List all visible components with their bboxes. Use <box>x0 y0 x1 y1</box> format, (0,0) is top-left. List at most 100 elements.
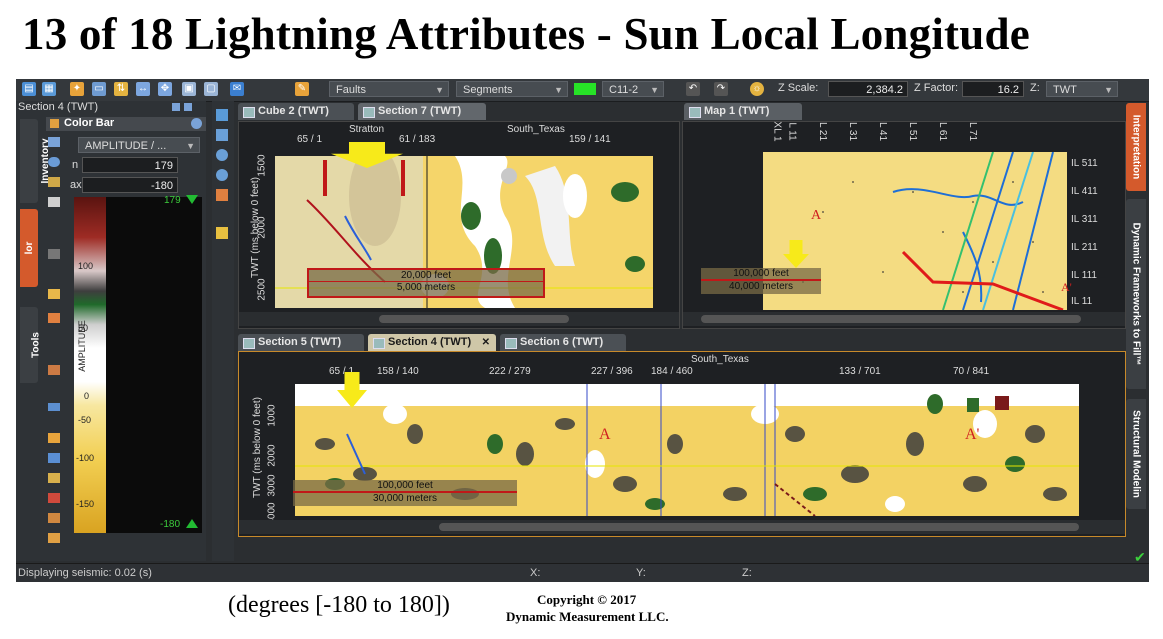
tab-section-7[interactable]: Section 7 (TWT) <box>358 103 486 120</box>
tab-section-4[interactable]: Section 4 (TWT) ✕ <box>368 334 496 351</box>
pick-icon[interactable]: ⇅ <box>114 82 128 96</box>
zoom-icon[interactable] <box>216 109 228 121</box>
undo-icon[interactable]: ↶ <box>686 82 700 96</box>
move-icon[interactable]: ✥ <box>158 82 172 96</box>
scale-bottom-label: 30,000 meters <box>373 493 437 504</box>
bars2-icon[interactable] <box>48 473 60 483</box>
tab-cube-2[interactable]: Cube 2 (TWT) <box>238 103 354 120</box>
segments-dropdown[interactable]: Segments ▼ <box>456 81 568 97</box>
image-icon[interactable] <box>48 289 60 299</box>
attribute-dropdown[interactable]: AMPLITUDE / ... ▼ <box>78 137 200 153</box>
scroll-thumb[interactable] <box>379 315 569 323</box>
palette-icon[interactable] <box>48 177 60 187</box>
cube-scrollbar[interactable] <box>239 312 679 326</box>
map-scrollbar[interactable] <box>683 312 1125 326</box>
chevron-down-icon: ▼ <box>186 141 195 151</box>
trace-label: 61 / 183 <box>399 134 436 145</box>
help-icon[interactable] <box>191 118 202 129</box>
colorbar-title: Color Bar <box>64 117 115 129</box>
y-tick: 1000 <box>266 404 278 427</box>
min-field[interactable]: -180 <box>82 177 178 193</box>
bottom-clip-handle[interactable] <box>186 519 198 528</box>
tab-section-5[interactable]: Section 5 (TWT) <box>238 334 364 351</box>
dynamic-frameworks-tab[interactable]: Dynamic Frameworks to Fill™ <box>1126 199 1146 389</box>
scale-bottom-label: 5,000 meters <box>396 282 456 293</box>
xl-label: L 31 <box>847 121 859 142</box>
chevron-down-icon: ▼ <box>435 85 444 95</box>
pencil-icon[interactable]: ✎ <box>295 82 309 96</box>
restore-icon[interactable] <box>172 103 180 111</box>
z-factor-label: Z Factor: <box>914 82 959 94</box>
interpretation-tab-label: Interpretation <box>1130 114 1142 180</box>
structural-modeling-tab[interactable]: Structural Modelin <box>1126 399 1146 509</box>
xl-label: XL 1 <box>771 121 783 142</box>
arrow-icon[interactable] <box>48 313 60 323</box>
layout-icon[interactable]: ▣ <box>182 82 196 96</box>
print-icon[interactable]: ▭ <box>92 82 106 96</box>
status-z: Z: <box>742 567 752 579</box>
section-scale-bar: 100,000 feet 30,000 meters <box>293 480 517 506</box>
section-view-panel: South_Texas 65 / 1 158 / 140 222 / 279 2… <box>238 351 1126 537</box>
z-domain-value: TWT <box>1053 84 1077 96</box>
map-marker-a-prime: A' <box>1061 280 1072 294</box>
z-domain-dropdown[interactable]: TWT ▼ <box>1046 81 1118 97</box>
star-icon[interactable]: ✦ <box>70 82 84 96</box>
refresh-icon[interactable] <box>48 157 60 167</box>
list-icon[interactable] <box>48 137 60 147</box>
spread-icon[interactable] <box>48 403 60 411</box>
stack-icon[interactable] <box>48 453 60 463</box>
top-clip-handle[interactable] <box>186 195 198 204</box>
horizon-dropdown[interactable]: C11-2 ▼ <box>602 81 664 97</box>
y-axis-label: TWT (ms below 0 feet) <box>251 397 263 498</box>
triangle-icon[interactable] <box>48 533 60 543</box>
redo-icon[interactable]: ↷ <box>714 82 728 96</box>
max-field[interactable]: 179 <box>82 157 178 173</box>
scroll-thumb[interactable] <box>701 315 1081 323</box>
tab-map-1[interactable]: Map 1 (TWT) <box>684 103 802 120</box>
document-icon[interactable] <box>48 197 60 207</box>
scale-top-label: 100,000 feet <box>701 268 821 281</box>
map-marker-a: A <box>811 208 822 223</box>
colorbar-icon-strip <box>48 137 64 543</box>
max-label: n <box>72 159 79 171</box>
xl-label: L 21 <box>817 121 829 142</box>
pan-icon[interactable] <box>216 129 228 141</box>
flag-icon[interactable] <box>48 365 60 375</box>
layers-icon[interactable] <box>216 227 228 239</box>
ramp-icon[interactable] <box>48 493 60 503</box>
messages-icon[interactable]: ✉ <box>230 82 244 96</box>
il-label: IL 511 <box>1071 158 1098 169</box>
faults-dropdown[interactable]: Faults ▼ <box>329 81 449 97</box>
interpretation-tab[interactable]: Interpretation <box>1126 103 1146 191</box>
section-scrollbar[interactable] <box>239 520 1125 534</box>
magnify-icon[interactable] <box>216 149 228 161</box>
z-scale-field[interactable]: 2,384.2 <box>828 81 908 97</box>
curve-icon[interactable] <box>48 249 60 259</box>
z-factor-field[interactable]: 16.2 <box>962 81 1024 97</box>
rotate-icon[interactable] <box>216 169 228 181</box>
save-icon[interactable]: ▦ <box>42 82 56 96</box>
il-label: IL 411 <box>1071 186 1098 197</box>
horizon-color-swatch[interactable] <box>574 83 596 95</box>
y-tick: 2000 <box>256 216 268 239</box>
scroll-thumb[interactable] <box>439 523 1079 531</box>
fit-icon[interactable] <box>216 189 228 201</box>
section-marker-a-prime: A' <box>965 426 980 443</box>
dynamic-frameworks-tab-label: Dynamic Frameworks to Fill™ <box>1130 222 1142 366</box>
sun-icon[interactable]: ☼ <box>750 82 764 96</box>
tab-section-6[interactable]: Section 6 (TWT) <box>500 334 626 351</box>
maximize-icon[interactable] <box>184 103 192 111</box>
color-tab[interactable]: lor <box>20 209 38 287</box>
grid-icon[interactable] <box>48 513 60 523</box>
tools-tab-label: Tools <box>30 332 42 358</box>
inventory-tab[interactable]: Inventory <box>20 119 51 203</box>
open-icon[interactable]: ▤ <box>22 82 36 96</box>
ramp-tick-minus100: -100 <box>76 453 95 463</box>
window-icon[interactable]: ▢ <box>204 82 218 96</box>
bars-icon[interactable] <box>48 433 60 443</box>
well-label: Stratton <box>349 124 385 135</box>
tools-tab[interactable]: Tools <box>20 307 42 383</box>
snap-icon[interactable]: ↔ <box>136 82 150 96</box>
close-icon[interactable]: ✕ <box>482 334 490 351</box>
scale-bottom-label: 40,000 meters <box>729 281 793 292</box>
